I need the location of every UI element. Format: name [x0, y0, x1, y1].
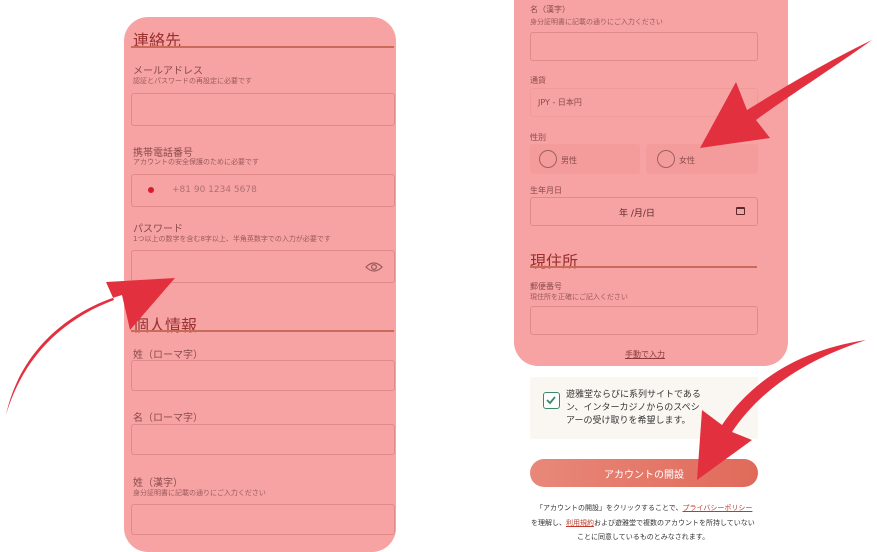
annotation-arrows	[6, 40, 872, 480]
arrow-left-up	[6, 278, 175, 415]
arrow-right-bottom	[697, 340, 866, 480]
arrow-right-top	[700, 40, 872, 148]
